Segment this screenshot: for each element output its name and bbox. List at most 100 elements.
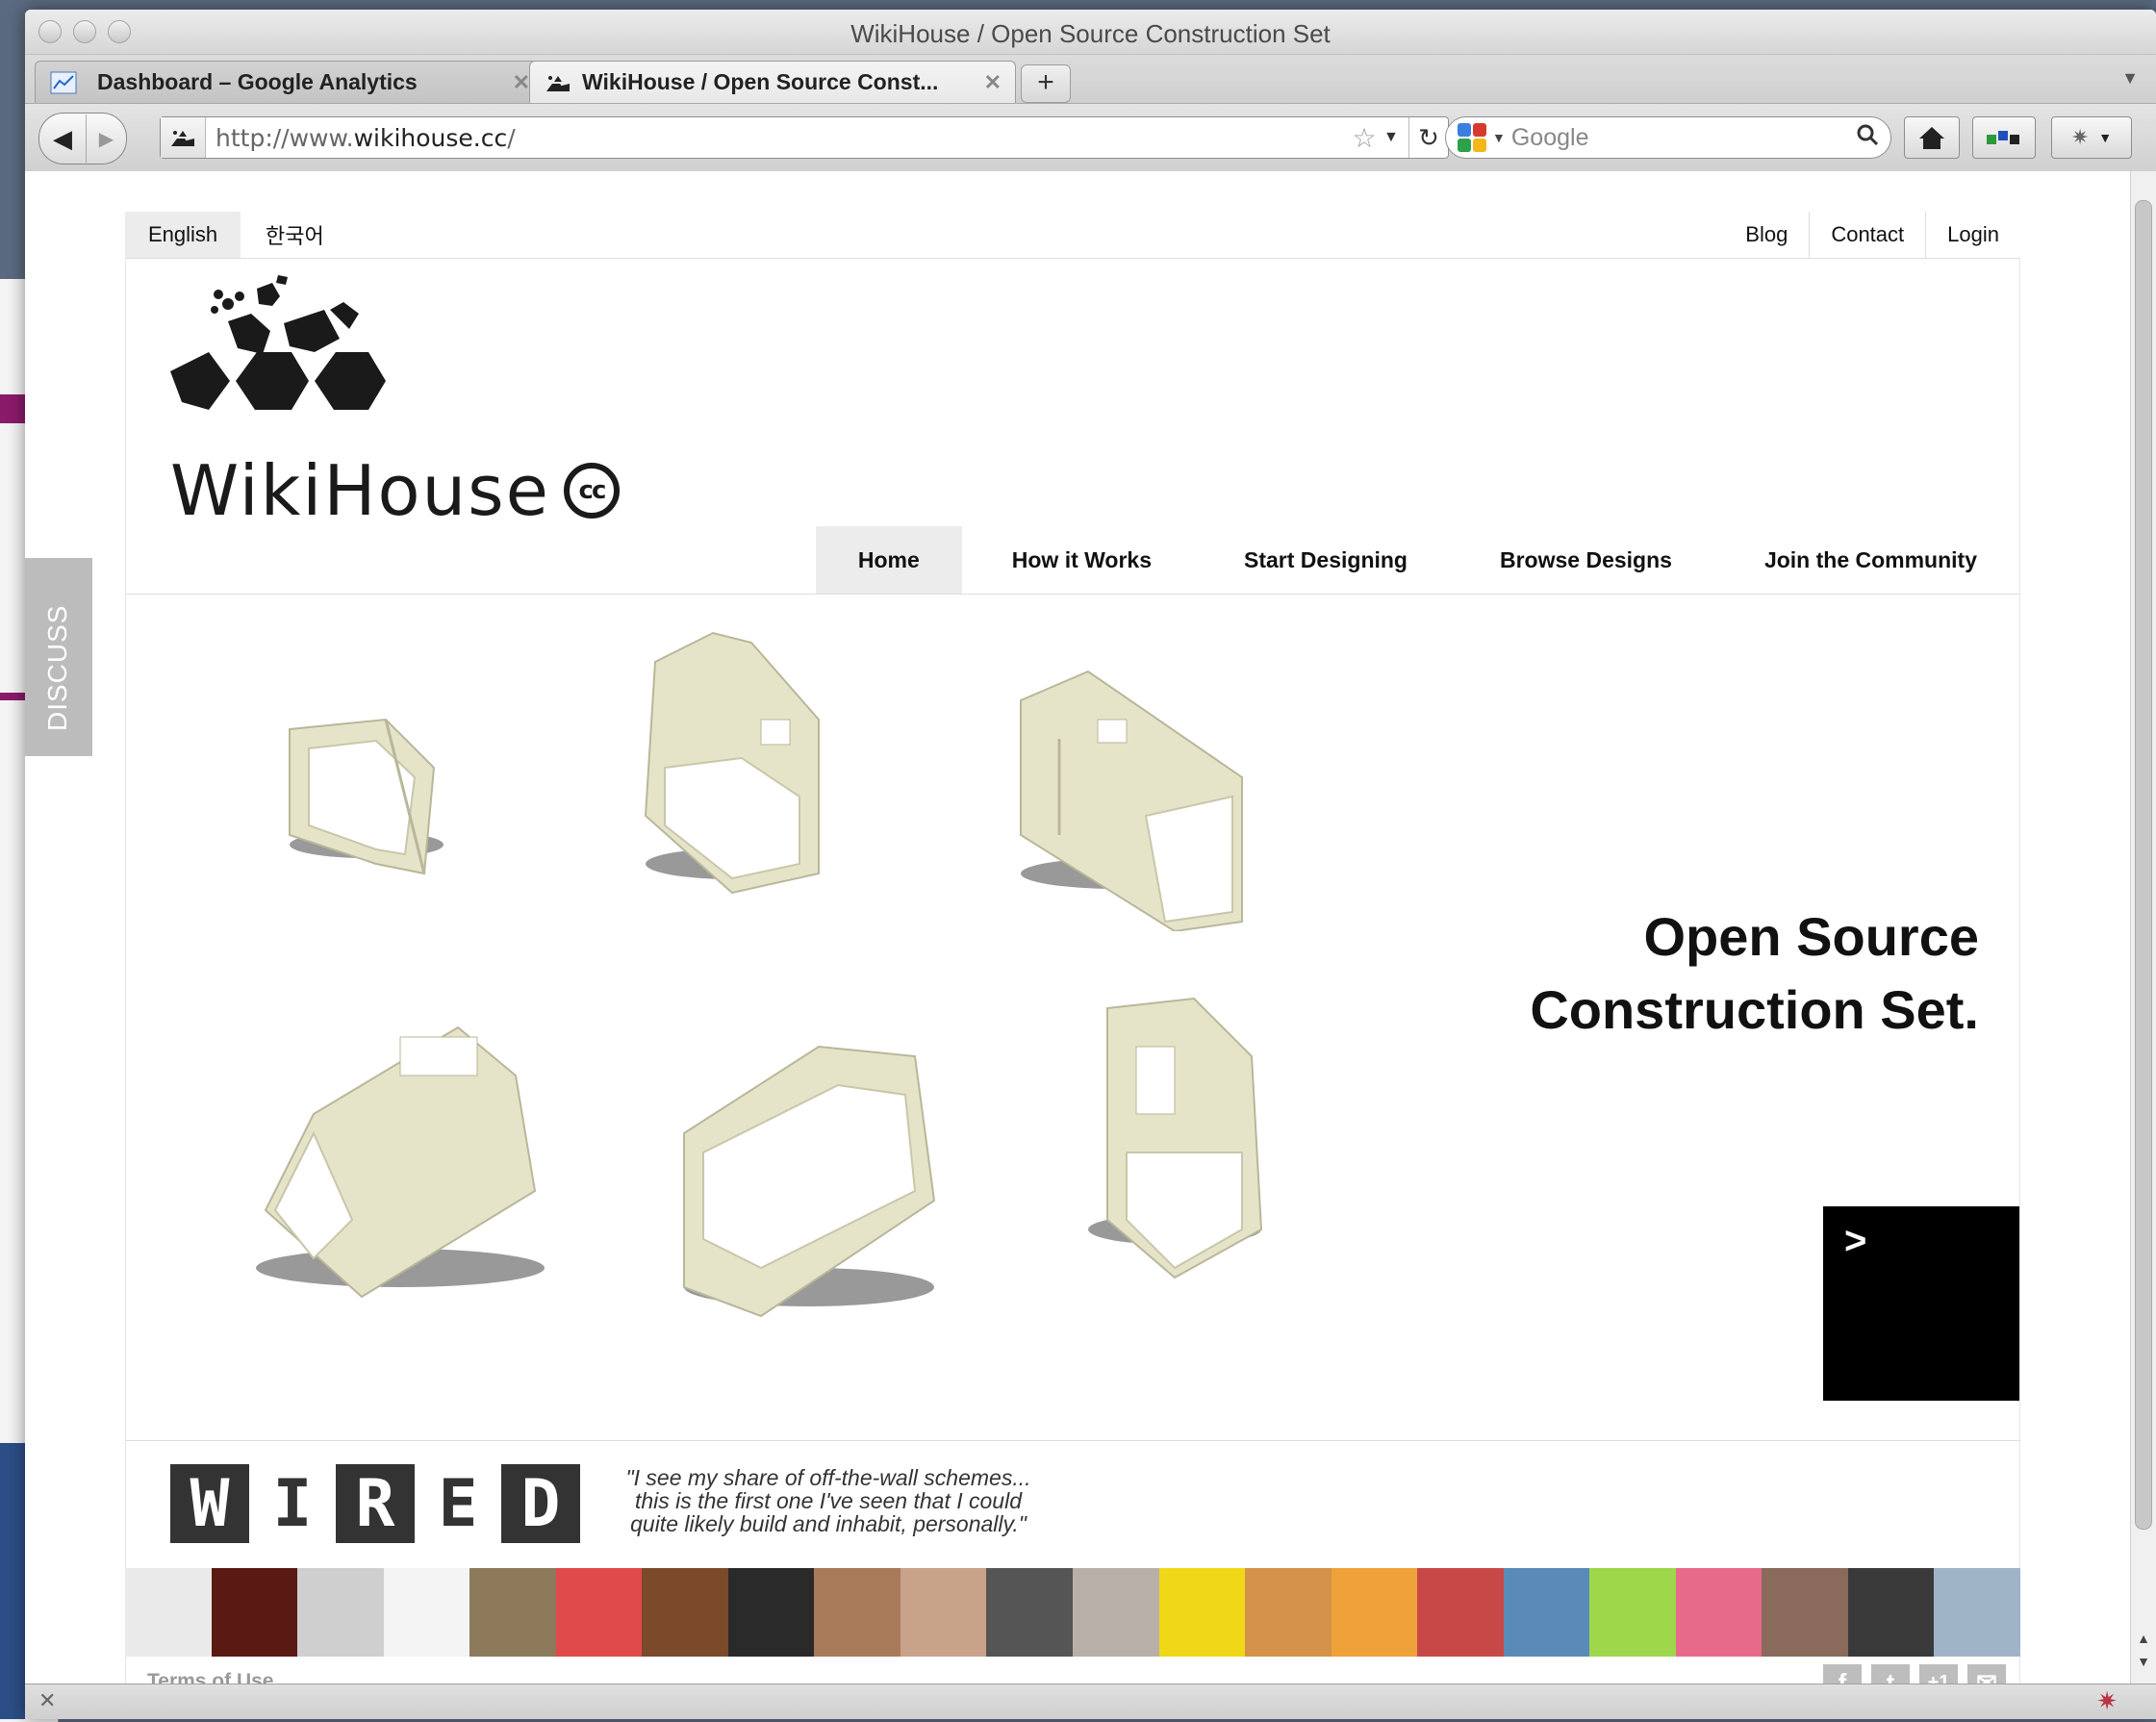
house-model-6[interactable] xyxy=(1069,989,1281,1297)
top-links: Blog Contact Login xyxy=(1724,212,2020,258)
status-bar: ✕ ✷ xyxy=(25,1684,2156,1719)
wired-logo[interactable]: W I R E D xyxy=(170,1464,580,1543)
new-tab-button[interactable]: + xyxy=(1021,64,1071,103)
addon-menu-button[interactable]: ✷ ▼ xyxy=(2051,116,2132,159)
engine-dropdown-icon[interactable]: ▼ xyxy=(1492,130,1506,145)
address-bar[interactable]: http://www.wikihouse.cc/ ☆ ▼ ↻ xyxy=(160,116,1449,159)
analytics-icon xyxy=(49,70,78,95)
vertical-scrollbar[interactable]: ▲ ▼ xyxy=(2130,171,2156,1684)
discuss-tab[interactable]: DISCUSS xyxy=(25,558,92,756)
close-tab-icon[interactable]: ✕ xyxy=(513,70,530,95)
avatar[interactable] xyxy=(383,1568,470,1657)
next-arrow-icon: > xyxy=(1844,1220,1867,1262)
nav-start-designing[interactable]: Start Designing xyxy=(1198,526,1454,594)
contact-link[interactable]: Contact xyxy=(1809,212,1925,258)
bookmark-star-icon[interactable]: ☆ xyxy=(1345,122,1383,154)
forward-button[interactable]: ▶ xyxy=(87,127,126,151)
nav-browse-designs[interactable]: Browse Designs xyxy=(1454,526,1718,594)
tab-bar: Dashboard – Google Analytics ✕ WikiHouse… xyxy=(25,55,2156,104)
facebook-icon[interactable]: f xyxy=(1823,1664,1862,1684)
close-tab-icon[interactable]: ✕ xyxy=(984,70,1002,95)
terms-link[interactable]: Terms of Use... xyxy=(147,1670,291,1684)
language-english[interactable]: English xyxy=(125,212,241,258)
firebug-icon: ✷ xyxy=(2070,125,2090,149)
avatar[interactable] xyxy=(1847,1568,1935,1657)
search-input[interactable]: Google xyxy=(1506,124,1856,152)
nav-how-it-works[interactable]: How it Works xyxy=(962,526,1198,594)
extension-button[interactable] xyxy=(1972,116,2036,159)
scroll-down-icon[interactable]: ▼ xyxy=(2131,1654,2156,1669)
avatar[interactable] xyxy=(814,1568,900,1657)
search-bar[interactable]: ▼ Google xyxy=(1445,116,1891,159)
house-model-2[interactable] xyxy=(626,623,848,912)
avatar[interactable] xyxy=(211,1568,298,1657)
site-footer: Terms of Use... f t +1 ✉ xyxy=(125,1657,2020,1684)
avatar[interactable] xyxy=(1158,1568,1246,1657)
tab-wikihouse[interactable]: WikiHouse / Open Source Const... ✕ xyxy=(529,61,1016,103)
tab-list-chevron-icon[interactable]: ▼ xyxy=(2121,68,2139,89)
title-bar: WikiHouse / Open Source Construction Set xyxy=(25,10,2156,55)
hero-next-button[interactable]: > xyxy=(1823,1206,2019,1401)
wikihouse-wordmark[interactable]: WikiHouse cc xyxy=(170,450,620,531)
avatar[interactable] xyxy=(125,1568,212,1657)
wikihouse-favicon xyxy=(544,70,572,95)
wikihouse-logo-icon[interactable] xyxy=(170,275,440,453)
tab-google-analytics[interactable]: Dashboard – Google Analytics ✕ xyxy=(35,61,545,103)
community-avatar-strip xyxy=(125,1568,2021,1657)
google-plus-icon[interactable]: +1 xyxy=(1919,1664,1958,1684)
avatar[interactable] xyxy=(1934,1568,2021,1657)
home-button[interactable] xyxy=(1904,116,1960,159)
nav-join-community[interactable]: Join the Community xyxy=(1718,526,2019,594)
history-dropdown-icon[interactable]: ▼ xyxy=(1383,129,1408,146)
blog-link[interactable]: Blog xyxy=(1724,212,1809,258)
press-quote-text: "I see my share of off-the-wall schemes.… xyxy=(625,1465,1031,1536)
avatar[interactable] xyxy=(1589,1568,1676,1657)
addon-dropdown-icon: ▼ xyxy=(2098,130,2113,145)
language-korean[interactable]: 한국어 xyxy=(242,212,347,258)
avatar[interactable] xyxy=(1762,1568,1848,1657)
top-bar: English 한국어 Blog Contact Login xyxy=(125,212,2020,259)
avatar[interactable] xyxy=(1417,1568,1504,1657)
google-engine-icon[interactable] xyxy=(1458,123,1486,152)
main-nav: Home How it Works Start Designing Browse… xyxy=(815,526,2019,594)
navigation-toolbar: ◀ ▶ http://www.wikihouse.cc/ ☆ ▼ ↻ ▼ Goo… xyxy=(25,104,2156,172)
scrollbar-thumb[interactable] xyxy=(2135,200,2152,1530)
house-model-3[interactable] xyxy=(1002,643,1252,931)
nav-home[interactable]: Home xyxy=(815,526,962,594)
extension-icon xyxy=(1987,131,2019,144)
page-viewport: English 한국어 Blog Contact Login WikiHouse… xyxy=(25,171,2156,1684)
firebug-status-icon[interactable]: ✷ xyxy=(2096,1686,2118,1716)
avatar[interactable] xyxy=(469,1568,556,1657)
avatar[interactable] xyxy=(1073,1568,1159,1657)
avatar[interactable] xyxy=(1245,1568,1332,1657)
social-links: f t +1 ✉ xyxy=(1823,1664,2006,1684)
site-identity-icon[interactable] xyxy=(161,117,206,158)
avatar[interactable] xyxy=(986,1568,1074,1657)
avatar[interactable] xyxy=(1675,1568,1763,1657)
email-icon[interactable]: ✉ xyxy=(1967,1664,2006,1684)
avatar[interactable] xyxy=(642,1568,728,1657)
press-quote: W I R E D "I see my share of off-the-wal… xyxy=(125,1441,2020,1568)
close-addon-bar-icon[interactable]: ✕ xyxy=(38,1688,56,1713)
house-model-1[interactable] xyxy=(270,691,482,902)
avatar[interactable] xyxy=(1503,1568,1590,1657)
back-button[interactable]: ◀ xyxy=(39,114,87,163)
house-model-4[interactable] xyxy=(246,1008,564,1316)
scroll-up-icon[interactable]: ▲ xyxy=(2131,1631,2156,1646)
search-icon[interactable] xyxy=(1856,123,1879,153)
avatar[interactable] xyxy=(727,1568,815,1657)
back-forward-buttons: ◀ ▶ xyxy=(38,113,127,165)
house-model-5[interactable] xyxy=(665,1027,953,1335)
avatar[interactable] xyxy=(297,1568,384,1657)
reload-icon[interactable]: ↻ xyxy=(1408,117,1448,158)
hero-tagline: Open Source Construction Set. xyxy=(1530,906,1979,1040)
login-link[interactable]: Login xyxy=(1925,212,2020,258)
twitter-icon[interactable]: t xyxy=(1871,1664,1910,1684)
url-text[interactable]: http://www.wikihouse.cc/ xyxy=(206,124,1345,152)
avatar[interactable] xyxy=(1331,1568,1418,1657)
avatar[interactable] xyxy=(555,1568,643,1657)
forward-arrow-icon: ▶ xyxy=(98,128,114,150)
window-title: WikiHouse / Open Source Construction Set xyxy=(850,19,1331,48)
browser-window: WikiHouse / Open Source Construction Set… xyxy=(25,10,2156,1719)
avatar[interactable] xyxy=(900,1568,987,1657)
